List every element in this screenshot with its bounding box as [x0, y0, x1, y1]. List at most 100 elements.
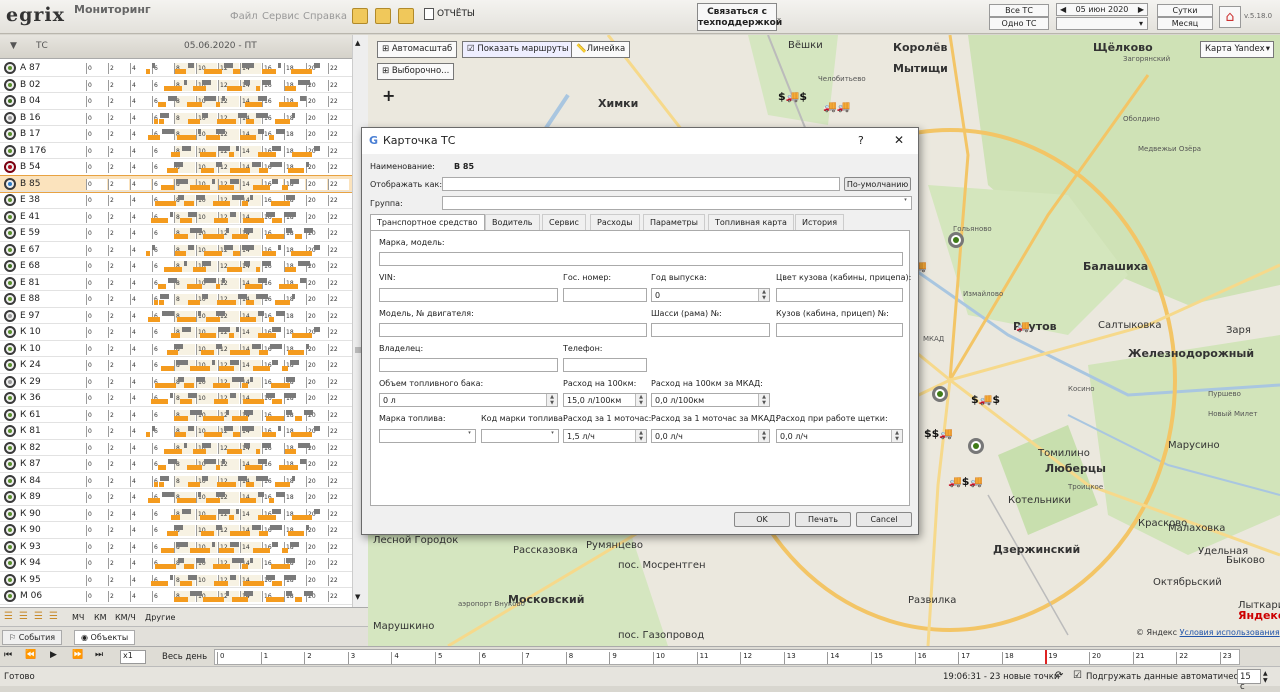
vehicle-day-timeline[interactable]: 0246810121416182022	[86, 294, 350, 305]
tab-fuel-card[interactable]: Топливная карта	[708, 214, 794, 230]
vehicle-day-timeline[interactable]: 0246810121416182022	[86, 409, 350, 421]
tab-service[interactable]: Сервис	[542, 214, 586, 230]
fuel-brand-select[interactable]: ▾	[379, 429, 476, 443]
vehicle-cluster-icon[interactable]: 🚚🚚	[823, 100, 850, 113]
vehicle-row[interactable]: К 100246810121416182022	[0, 324, 352, 341]
vehicle-day-timeline[interactable]: 0246810121416182022	[86, 525, 350, 536]
vehicle-cluster-icon[interactable]: $🚚$	[778, 90, 807, 103]
help-button[interactable]: ?	[858, 134, 864, 147]
vehicle-row[interactable]: К 840246810121416182022	[0, 473, 352, 489]
chart-view-icon[interactable]: ☰	[34, 611, 43, 622]
vehicle-row[interactable]: Е 670246810121416182022	[0, 242, 352, 258]
vehicle-row[interactable]: К 940246810121416182022	[0, 555, 352, 572]
vehicle-marker[interactable]	[948, 232, 964, 248]
one-vehicle-button[interactable]: Одно ТС	[989, 17, 1049, 30]
menu-help[interactable]: Справка	[303, 11, 347, 22]
cons100mkad-input[interactable]: 0,0 л/100км ▲ ▼	[651, 393, 770, 407]
vehicle-day-timeline[interactable]: 0246810121416182022	[86, 541, 350, 553]
vehicle-row[interactable]: К 290246810121416182022	[0, 374, 352, 390]
vehicle-day-timeline[interactable]: 0246810121416182022	[86, 145, 350, 157]
print-button[interactable]: Печать	[795, 512, 851, 527]
vehicle-cluster-icon[interactable]: 🚚$🚚	[948, 475, 983, 488]
next-date-icon[interactable]: ▶	[1138, 4, 1144, 15]
skip-back-icon[interactable]: ⏮	[4, 650, 12, 660]
display-as-input[interactable]	[442, 177, 840, 191]
vehicle-column-header[interactable]: ТС	[36, 41, 48, 51]
cons-brush-input[interactable]: 0,0 л/ч ▲ ▼	[776, 429, 903, 443]
vehicle-row[interactable]: В 040246810121416182022	[0, 93, 352, 110]
list-detail-icon[interactable]: ☰	[19, 611, 28, 622]
year-spinner[interactable]: ▲ ▼	[758, 289, 769, 301]
tab-parameters[interactable]: Параметры	[643, 214, 705, 230]
menu-service[interactable]: Сервис	[262, 11, 299, 22]
filter-icon[interactable]: ▼	[10, 41, 17, 51]
ruler-button[interactable]: 📏Линейка	[571, 41, 631, 58]
vehicle-row[interactable]: К 100246810121416182022	[0, 341, 352, 357]
vehicle-day-timeline[interactable]: 0246810121416182022	[86, 244, 350, 256]
vehicle-day-timeline[interactable]: 0246810121416182022	[86, 178, 350, 190]
vehicle-row[interactable]: К 890246810121416182022	[0, 489, 352, 506]
cons-mh-spinner[interactable]: ▲ ▼	[635, 430, 646, 442]
terms-link[interactable]: Условия использования	[1180, 628, 1280, 637]
vehicle-row[interactable]: В 160246810121416182022	[0, 110, 352, 126]
unit-kmh[interactable]: КМ/Ч	[115, 613, 136, 622]
vehicle-day-timeline[interactable]: 0246810121416182022	[86, 393, 350, 404]
vehicle-day-timeline[interactable]: 0246810121416182022	[86, 112, 350, 124]
vehicle-day-timeline[interactable]: 0246810121416182022	[86, 574, 350, 586]
timeline-mode[interactable]: Весь день	[162, 652, 207, 662]
vehicle-day-timeline[interactable]: 0246810121416182022	[86, 228, 350, 239]
vehicle-day-timeline[interactable]: 0246810121416182022	[86, 195, 350, 206]
layers-icon[interactable]	[352, 8, 368, 24]
cons100mkad-spinner[interactable]: ▲ ▼	[758, 394, 769, 406]
engine-input[interactable]	[379, 323, 647, 337]
fuel-code-select[interactable]: ▾	[481, 429, 559, 443]
unit-other[interactable]: Другие	[145, 613, 175, 622]
vehicle-row[interactable]: К 900246810121416182022	[0, 506, 352, 522]
vehicle-day-timeline[interactable]: 0246810121416182022	[86, 162, 350, 173]
vehicle-day-timeline[interactable]: 0246810121416182022	[86, 343, 350, 355]
vehicle-row[interactable]: К 610246810121416182022	[0, 407, 352, 423]
vehicle-day-timeline[interactable]: 0246810121416182022	[86, 261, 350, 272]
scroll-down-icon[interactable]: ▼	[355, 593, 360, 601]
all-vehicles-button[interactable]: Все ТС	[989, 4, 1049, 17]
vehicle-row[interactable]: Е 410246810121416182022	[0, 209, 352, 225]
vehicle-row[interactable]: К 930246810121416182022	[0, 539, 352, 555]
cancel-button[interactable]: Cancel	[856, 512, 912, 527]
cons100-input[interactable]: 15,0 л/100км ▲ ▼	[563, 393, 647, 407]
vehicle-day-timeline[interactable]: 0246810121416182022	[86, 459, 350, 470]
vehicle-day-timeline[interactable]: 0246810121416182022	[86, 376, 350, 388]
auto-zoom-button[interactable]: ⊞ Автомасштаб	[377, 41, 458, 58]
step-back-icon[interactable]: ⏪	[25, 650, 36, 660]
table-icon[interactable]	[398, 8, 414, 24]
refresh-icon[interactable]: ⟳	[1055, 670, 1063, 681]
timeline-cursor[interactable]	[1045, 650, 1047, 664]
tab-driver[interactable]: Водитель	[485, 214, 540, 230]
vehicle-row[interactable]: М 060246810121416182022	[0, 588, 352, 605]
vehicle-row[interactable]: К 360246810121416182022	[0, 390, 352, 407]
speed-select[interactable]: x1	[120, 650, 146, 664]
vehicle-row[interactable]: К 870246810121416182022	[0, 456, 352, 473]
phone-input[interactable]	[563, 358, 647, 372]
vehicle-day-timeline[interactable]: 0246810121416182022	[86, 277, 350, 289]
vehicle-day-timeline[interactable]: 0246810121416182022	[86, 79, 350, 91]
vehicle-row[interactable]: К 900246810121416182022	[0, 522, 352, 539]
vehicle-row[interactable]: Е 590246810121416182022	[0, 225, 352, 242]
ok-button[interactable]: OK	[734, 512, 790, 527]
vehicle-day-timeline[interactable]: 0246810121416182022	[86, 310, 350, 322]
vehicle-row[interactable]: В 020246810121416182022	[0, 77, 352, 93]
vehicle-day-timeline[interactable]: 0246810121416182022	[86, 558, 350, 569]
grid-icon[interactable]	[375, 8, 391, 24]
vehicle-row[interactable]: В 1760246810121416182022	[0, 143, 352, 159]
vehicle-row[interactable]: К 820246810121416182022	[0, 440, 352, 456]
group-select[interactable]: ▾	[442, 196, 912, 210]
cons-mh-mkad-input[interactable]: 0,0 л/ч ▲ ▼	[651, 429, 770, 443]
vehicle-cluster-icon[interactable]: 🚚	[1016, 320, 1030, 333]
menu-file[interactable]: Файл	[230, 11, 258, 22]
auto-load-checkbox[interactable]: ☑	[1073, 670, 1082, 681]
tank-input[interactable]: 0 л ▲ ▼	[379, 393, 558, 407]
chassis-input[interactable]	[651, 323, 770, 337]
vehicle-row[interactable]: К 240246810121416182022	[0, 357, 352, 374]
interval-spinner[interactable]: ▲ ▼	[1263, 670, 1268, 684]
tab-objects[interactable]: ◉ Объекты	[74, 630, 136, 645]
tank-spinner[interactable]: ▲ ▼	[546, 394, 557, 406]
